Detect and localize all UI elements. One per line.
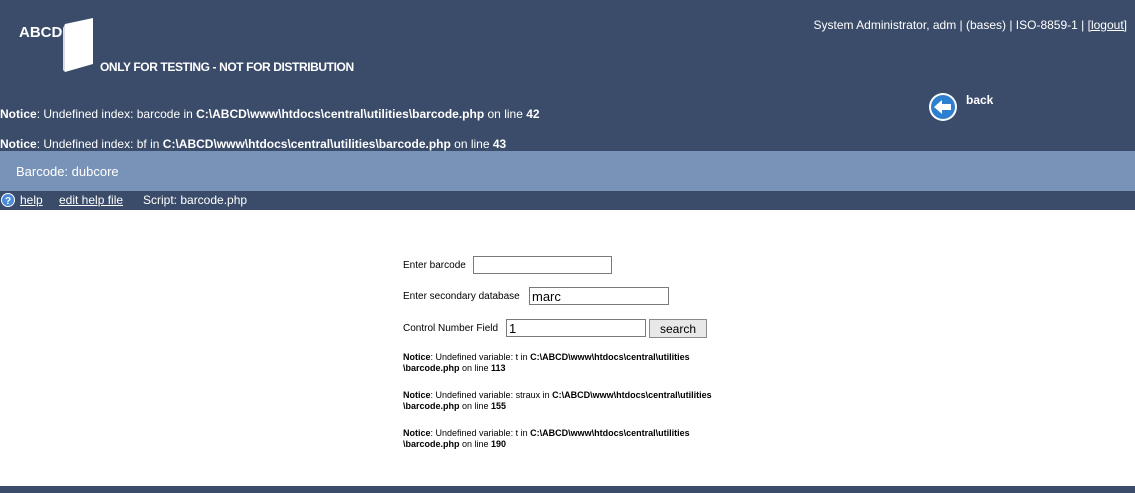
- title-bar: Barcode: dubcore: [0, 151, 1135, 191]
- secondary-database-input[interactable]: [529, 287, 669, 305]
- notice-message: : Undefined index: barcode in: [36, 107, 197, 121]
- body-notice: Notice: Undefined variable: t in C:\ABCD…: [403, 428, 783, 450]
- user-info: System Administrator, adm | (bases) | IS…: [813, 18, 1127, 32]
- control-number-label: Control Number Field: [403, 323, 499, 334]
- edit-help-file-link[interactable]: edit help file: [59, 193, 123, 207]
- notice-path-file: \barcode.php: [403, 363, 460, 373]
- footer-bar: [0, 486, 1135, 493]
- notice-message: : Undefined index: bf in: [36, 137, 163, 151]
- notice-path-file: \barcode.php: [403, 439, 460, 449]
- header: ABCD ONLY FOR TESTING - NOT FOR DISTRIBU…: [0, 0, 1135, 151]
- secondary-database-label: Enter secondary database: [403, 291, 520, 302]
- notice-line-number: 42: [526, 107, 540, 121]
- notice-message: : Undefined variable: t in: [430, 428, 531, 438]
- back-label[interactable]: back: [966, 93, 993, 107]
- notice-line-number: 155: [491, 401, 507, 411]
- body-notice: Notice: Undefined variable: straux in C:…: [403, 390, 783, 412]
- notice-prefix: Notice: [0, 107, 37, 121]
- notice-path: C:\ABCD\www\htdocs\central\utilities: [530, 428, 690, 438]
- notice-prefix: Notice: [0, 137, 37, 151]
- notice-path: C:\ABCD\www\htdocs\central\utilities\bar…: [196, 107, 485, 121]
- help-link[interactable]: help: [20, 193, 43, 207]
- notice-message: : Undefined variable: t in: [430, 352, 531, 362]
- notice-path: C:\ABCD\www\htdocs\central\utilities\bar…: [162, 137, 451, 151]
- notice-line-text: on line: [459, 439, 492, 449]
- question-mark-icon[interactable]: ?: [1, 193, 15, 207]
- logout-link[interactable]: [logout]: [1088, 18, 1127, 32]
- notice-line-text: on line: [450, 137, 493, 151]
- notice-line-text: on line: [459, 401, 492, 411]
- tagline: ONLY FOR TESTING - NOT FOR DISTRIBUTION: [100, 60, 354, 74]
- help-bar: ? help edit help file Script: barcode.ph…: [0, 191, 1135, 210]
- notice-line-number: 43: [492, 137, 507, 151]
- notice-prefix: Notice: [403, 428, 431, 438]
- control-number-input[interactable]: [506, 319, 646, 337]
- user-status-text: System Administrator, adm | (bases) | IS…: [813, 18, 1085, 32]
- notice-line-number: 113: [491, 363, 506, 373]
- open-book-icon: [63, 18, 93, 72]
- page-title: Barcode: dubcore: [16, 164, 119, 179]
- search-button[interactable]: search: [649, 319, 707, 338]
- notice-line-text: on line: [459, 363, 492, 373]
- barcode-label: Enter barcode: [403, 260, 466, 271]
- header-notice: Notice: Undefined index: barcode in C:\A…: [0, 107, 540, 121]
- logo: ABCD: [19, 24, 63, 41]
- body-notice: Notice: Undefined variable: t in C:\ABCD…: [403, 352, 783, 374]
- notice-path: C:\ABCD\www\htdocs\central\utilities: [530, 352, 690, 362]
- notice-path-file: \barcode.php: [403, 401, 460, 411]
- notice-prefix: Notice: [403, 390, 431, 400]
- notice-prefix: Notice: [403, 352, 431, 362]
- svg-text:?: ?: [5, 196, 11, 207]
- barcode-input[interactable]: [473, 256, 612, 274]
- script-label: Script: barcode.php: [143, 193, 248, 207]
- notice-message: : Undefined variable: straux in: [430, 390, 553, 400]
- notice-line-text: on line: [484, 107, 527, 121]
- back-arrow-icon[interactable]: [928, 92, 958, 122]
- notice-path: C:\ABCD\www\htdocs\central\utilities: [552, 390, 712, 400]
- notice-line-number: 190: [491, 439, 507, 449]
- header-notice: Notice: Undefined index: bf in C:\ABCD\w…: [0, 137, 506, 151]
